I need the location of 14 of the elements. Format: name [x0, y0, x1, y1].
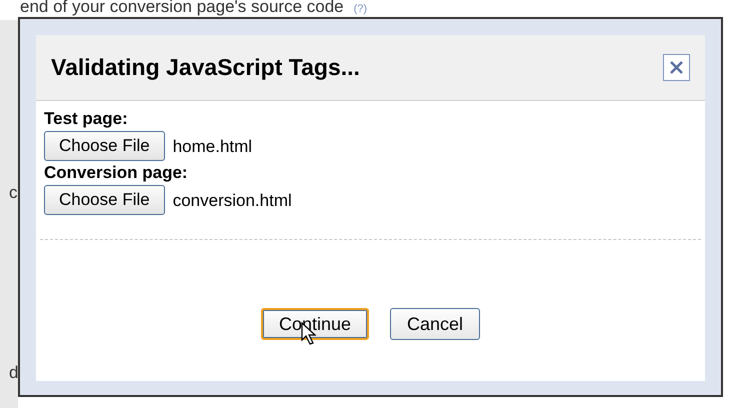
- dialog-title: Validating JavaScript Tags...: [51, 53, 360, 82]
- file-name: conversion.html: [172, 190, 292, 212]
- cancel-button[interactable]: Cancel: [390, 308, 480, 340]
- choose-file-button[interactable]: Choose File: [44, 185, 165, 215]
- body-text: end of your conversion page's source code: [20, 0, 344, 18]
- close-button[interactable]: [663, 54, 690, 81]
- continue-button[interactable]: Continue: [260, 308, 370, 340]
- field-label: Conversion page:: [44, 163, 189, 183]
- text-fragment: d: [9, 362, 18, 384]
- text-fragment: c: [9, 182, 18, 204]
- file-name: home.html: [172, 136, 252, 158]
- close-icon: [669, 60, 684, 75]
- field-label: Test page:: [44, 109, 129, 129]
- choose-file-button[interactable]: Choose File: [44, 131, 165, 161]
